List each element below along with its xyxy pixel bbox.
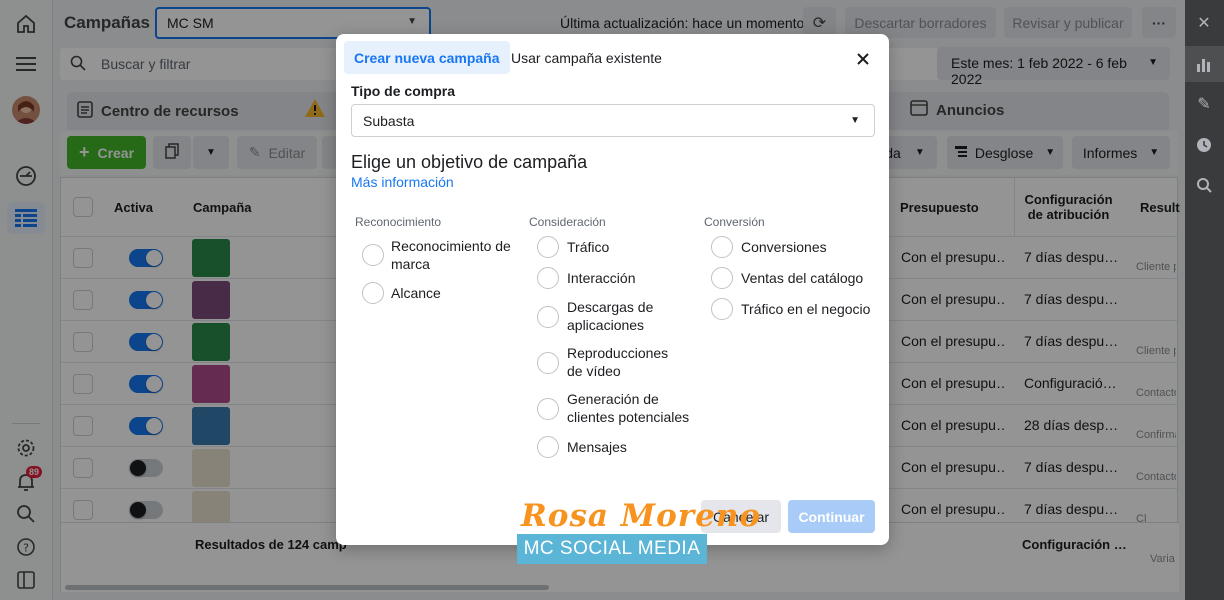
tab-use-existing-campaign[interactable]: Usar campaña existente <box>501 41 672 74</box>
purchase-type-value: Subasta <box>363 113 415 129</box>
panel-tab-charts[interactable] <box>1185 46 1224 82</box>
more-info-link[interactable]: Más información <box>351 174 454 190</box>
continue-button[interactable]: Continuar <box>788 500 875 533</box>
watermark-logo: Rosa Moreno MC SOCIAL MEDIA <box>517 498 761 564</box>
option-app-installs[interactable]: Descargas de aplicaciones <box>537 298 687 334</box>
objective-title: Elige un objetivo de campaña <box>351 152 588 172</box>
clock-icon[interactable] <box>1193 134 1215 156</box>
option-conversions[interactable]: Conversiones <box>711 236 881 258</box>
option-traffic[interactable]: Tráfico <box>537 236 687 258</box>
right-panel: ✕ ✎ <box>1185 0 1224 600</box>
option-catalog-sales[interactable]: Ventas del catálogo <box>711 267 881 289</box>
close-dialog-button[interactable] <box>852 48 874 70</box>
close-icon <box>857 53 869 65</box>
col-conversion-title: Conversión <box>704 215 765 229</box>
option-video-views[interactable]: Reproducciones de vídeo <box>537 344 687 380</box>
option-messages[interactable]: Mensajes <box>537 436 687 458</box>
option-reach[interactable]: Alcance <box>362 282 522 304</box>
option-lead-generation[interactable]: Generación de clientes potenciales <box>537 390 697 426</box>
purchase-type-label: Tipo de compra <box>351 83 455 99</box>
tab-create-new-campaign[interactable]: Crear nueva campaña <box>344 41 510 74</box>
option-store-traffic[interactable]: Tráfico en el negocio <box>711 298 881 320</box>
option-engagement[interactable]: Interacción <box>537 267 687 289</box>
bar-chart-icon <box>1197 56 1211 75</box>
watermark-brand: MC SOCIAL MEDIA <box>517 534 707 564</box>
zoom-search-icon[interactable] <box>1193 174 1215 196</box>
chevron-down-icon: ▼ <box>850 115 860 126</box>
create-campaign-dialog: Crear nueva campaña Usar campaña existen… <box>336 34 889 545</box>
option-brand-awareness[interactable]: Reconocimiento de marca <box>362 237 522 273</box>
col-awareness-title: Reconocimiento <box>355 215 442 229</box>
purchase-type-select[interactable]: Subasta ▼ <box>351 104 875 137</box>
col-consideration-title: Consideración <box>529 215 606 229</box>
close-icon[interactable]: ✕ <box>1193 12 1215 34</box>
watermark-name: Rosa Moreno <box>521 498 762 534</box>
pencil-icon[interactable]: ✎ <box>1193 93 1215 115</box>
